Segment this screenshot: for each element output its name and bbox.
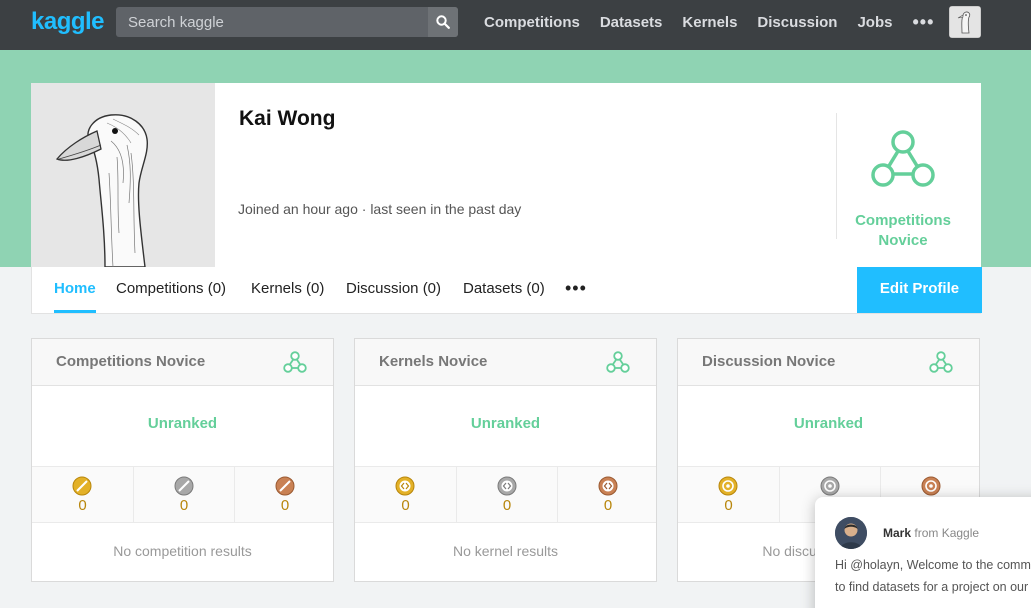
tab-competitions[interactable]: Competitions (0) — [116, 267, 226, 313]
chat-sender-name: Mark — [883, 526, 912, 540]
search-icon — [436, 15, 450, 29]
main-nav: Competitions Datasets Kernels Discussion… — [484, 0, 954, 44]
kernels-card: Kernels Novice Unranked 0 0 0 No kernel … — [354, 338, 657, 582]
chat-popup[interactable]: Mark from Kaggle Hi @holayn, Welcome to … — [815, 497, 1031, 608]
tab-kernels[interactable]: Kernels (0) — [251, 267, 324, 313]
nav-jobs[interactable]: Jobs — [857, 14, 892, 31]
silver-gear-medal-icon — [820, 476, 840, 496]
bronze-medal: 0 — [234, 467, 335, 522]
profile-card: Kai Wong Joined an hour ago · last seen … — [31, 83, 981, 267]
rank-status: Unranked — [147, 415, 218, 432]
card-title[interactable]: Kernels Novice — [379, 353, 487, 370]
goose-illustration-icon — [31, 83, 215, 267]
profile-joined-text: Joined an hour ago · last seen in the pa… — [238, 201, 522, 217]
medal-row: 0 0 0 — [32, 466, 333, 523]
profile-photo[interactable] — [31, 83, 215, 267]
chat-sender-line: Mark from Kaggle — [883, 526, 979, 540]
bronze-medal-icon — [275, 476, 295, 496]
nav-datasets[interactable]: Datasets — [600, 14, 663, 31]
profile-tabs: Home Competitions (0) Kernels (0) Discus… — [31, 267, 982, 314]
tier-divider — [836, 113, 837, 239]
gold-medal: 0 — [32, 467, 133, 522]
chat-message-line1: Hi @holayn, Welcome to the community! — [835, 558, 1031, 572]
user-avatar[interactable] — [949, 6, 981, 38]
novice-tier-icon — [283, 351, 307, 373]
search-input[interactable] — [116, 7, 428, 37]
profile-name: Kai Wong — [239, 107, 336, 130]
silver-medal-count: 0 — [502, 497, 512, 514]
competitions-card: Competitions Novice Unranked 0 0 0 No co… — [31, 338, 334, 582]
silver-medal-icon — [174, 476, 194, 496]
medal-row: 0 0 0 — [355, 466, 656, 523]
tab-home[interactable]: Home — [54, 267, 96, 313]
bronze-code-medal-icon — [598, 476, 618, 496]
gold-medal-count: 0 — [724, 497, 733, 514]
nav-kernels[interactable]: Kernels — [682, 14, 737, 31]
goose-avatar-icon — [950, 7, 980, 37]
person-avatar-icon — [835, 517, 867, 549]
chat-sender-from: from Kaggle — [914, 526, 980, 540]
kaggle-logo[interactable]: kaggle — [31, 8, 105, 36]
bronze-gear-medal-icon — [921, 476, 941, 496]
gold-code-medal-icon — [395, 476, 415, 496]
tab-discussion[interactable]: Discussion (0) — [346, 267, 441, 313]
edit-profile-button[interactable]: Edit Profile — [857, 267, 982, 313]
card-header: Competitions Novice — [32, 339, 333, 386]
tier-label-line2: Novice — [878, 232, 928, 249]
chat-sender-avatar — [835, 517, 867, 549]
search-box — [116, 7, 458, 37]
chat-message-line2: to find datasets for a project on our si… — [835, 580, 1031, 594]
empty-results-text: No kernel results — [452, 543, 559, 559]
silver-code-medal-icon — [497, 476, 517, 496]
silver-medal: 0 — [456, 467, 557, 522]
card-header: Kernels Novice — [355, 339, 656, 386]
rank-status: Unranked — [470, 415, 541, 432]
card-title[interactable]: Competitions Novice — [56, 353, 205, 370]
gold-medal-count: 0 — [78, 497, 87, 514]
nav-discussion[interactable]: Discussion — [757, 14, 837, 31]
bronze-medal-count: 0 — [280, 497, 290, 514]
bronze-medal-count: 0 — [603, 497, 613, 514]
card-header: Discussion Novice — [678, 339, 979, 386]
silver-medal: 0 — [133, 467, 234, 522]
gold-medal-icon — [72, 476, 92, 496]
tab-datasets[interactable]: Datasets (0) — [463, 267, 545, 313]
tier-novice-icon — [871, 130, 935, 187]
novice-tier-icon — [929, 351, 953, 373]
novice-tier-icon — [606, 351, 630, 373]
silver-medal-count: 0 — [179, 497, 189, 514]
gold-medal: 0 — [355, 467, 456, 522]
bronze-medal: 0 — [557, 467, 658, 522]
empty-results-text: No competition results — [113, 543, 252, 559]
gold-medal-count: 0 — [401, 497, 410, 514]
tabs-more-icon[interactable]: ••• — [565, 267, 587, 309]
card-title[interactable]: Discussion Novice — [702, 353, 835, 370]
tier-label: Competitions Novice — [843, 211, 963, 251]
tier-label-line1: Competitions — [855, 212, 951, 229]
gold-gear-medal-icon — [718, 476, 738, 496]
gold-medal: 0 — [678, 467, 779, 522]
search-button[interactable] — [428, 7, 458, 37]
top-nav-bar: kaggle Competitions Datasets Kernels Dis… — [0, 0, 1031, 50]
nav-more-icon[interactable]: ••• — [912, 12, 934, 33]
nav-competitions[interactable]: Competitions — [484, 14, 580, 31]
rank-status: Unranked — [793, 415, 864, 432]
